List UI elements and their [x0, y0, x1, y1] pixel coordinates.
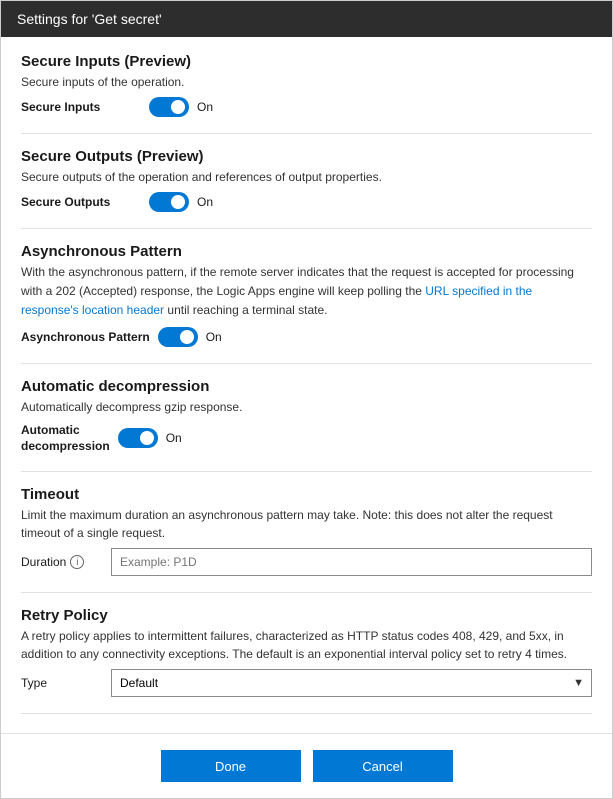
async-pattern-label: Asynchronous Pattern	[21, 330, 150, 344]
secure-inputs-on-text: On	[197, 100, 213, 114]
secure-outputs-on-text: On	[197, 195, 213, 209]
divider-6	[21, 713, 592, 714]
auto-decompress-toggle-row: Automatic decompression On	[21, 422, 592, 456]
auto-decompress-label: Automatic decompression	[21, 422, 110, 456]
divider-1	[21, 133, 592, 134]
dialog-title: Settings for 'Get secret'	[17, 11, 162, 27]
async-pattern-toggle-row: Asynchronous Pattern On	[21, 327, 592, 347]
secure-inputs-toggle-container: On	[149, 97, 213, 117]
secure-inputs-desc: Secure inputs of the operation.	[21, 73, 592, 91]
auto-decompress-desc: Automatically decompress gzip response.	[21, 398, 592, 416]
settings-dialog: Settings for 'Get secret' Secure Inputs …	[0, 0, 613, 799]
secure-inputs-toggle[interactable]	[149, 97, 189, 117]
duration-label-wrapper: Duration i	[21, 555, 101, 569]
secure-outputs-toggle[interactable]	[149, 192, 189, 212]
secure-outputs-section: Secure Outputs (Preview) Secure outputs …	[21, 148, 592, 212]
retry-desc-blue: The default is an exponential interval p…	[232, 647, 567, 661]
cancel-button[interactable]: Cancel	[313, 750, 453, 782]
retry-type-row: Type Default None Fixed interval Exponen…	[21, 669, 592, 697]
async-pattern-on-text: On	[206, 330, 222, 344]
secure-outputs-desc: Secure outputs of the operation and refe…	[21, 168, 592, 186]
retry-type-label: Type	[21, 676, 101, 690]
retry-policy-section: Retry Policy A retry policy applies to i…	[21, 607, 592, 697]
dialog-body: Secure Inputs (Preview) Secure inputs of…	[1, 37, 612, 717]
secure-outputs-label: Secure Outputs	[21, 195, 141, 209]
secure-inputs-toggle-row: Secure Inputs On	[21, 97, 592, 117]
async-pattern-title: Asynchronous Pattern	[21, 243, 592, 260]
auto-decompress-toggle[interactable]	[118, 428, 158, 448]
retry-type-select[interactable]: Default None Fixed interval Exponential …	[111, 669, 592, 697]
async-pattern-toggle[interactable]	[158, 327, 198, 347]
timeout-desc: Limit the maximum duration an asynchrono…	[21, 506, 592, 542]
divider-5	[21, 592, 592, 593]
secure-inputs-label: Secure Inputs	[21, 100, 141, 114]
auto-decompress-on-text: On	[166, 431, 182, 445]
divider-2	[21, 228, 592, 229]
secure-outputs-toggle-container: On	[149, 192, 213, 212]
secure-inputs-section: Secure Inputs (Preview) Secure inputs of…	[21, 53, 592, 117]
retry-policy-title: Retry Policy	[21, 607, 592, 624]
duration-info-icon[interactable]: i	[70, 555, 84, 569]
retry-type-dropdown-wrapper: Default None Fixed interval Exponential …	[111, 669, 592, 697]
divider-4	[21, 471, 592, 472]
duration-label: Duration	[21, 555, 66, 569]
retry-policy-desc: A retry policy applies to intermittent f…	[21, 627, 592, 663]
async-pattern-desc: With the asynchronous pattern, if the re…	[21, 263, 592, 321]
async-pattern-toggle-container: On	[158, 327, 222, 347]
done-button[interactable]: Done	[161, 750, 301, 782]
timeout-field-row: Duration i	[21, 548, 592, 576]
auto-decompress-title: Automatic decompression	[21, 378, 592, 395]
divider-3	[21, 363, 592, 364]
secure-outputs-toggle-row: Secure Outputs On	[21, 192, 592, 212]
secure-inputs-title: Secure Inputs (Preview)	[21, 53, 592, 70]
auto-decompress-section: Automatic decompression Automatically de…	[21, 378, 592, 456]
async-desc-end: until reaching a terminal state.	[164, 303, 327, 317]
auto-decompress-toggle-container: On	[118, 428, 182, 448]
secure-outputs-title: Secure Outputs (Preview)	[21, 148, 592, 165]
duration-input[interactable]	[111, 548, 592, 576]
timeout-title: Timeout	[21, 486, 592, 503]
dialog-footer: Done Cancel	[1, 733, 612, 798]
dialog-header: Settings for 'Get secret'	[1, 1, 612, 37]
async-pattern-section: Asynchronous Pattern With the asynchrono…	[21, 243, 592, 347]
timeout-section: Timeout Limit the maximum duration an as…	[21, 486, 592, 576]
